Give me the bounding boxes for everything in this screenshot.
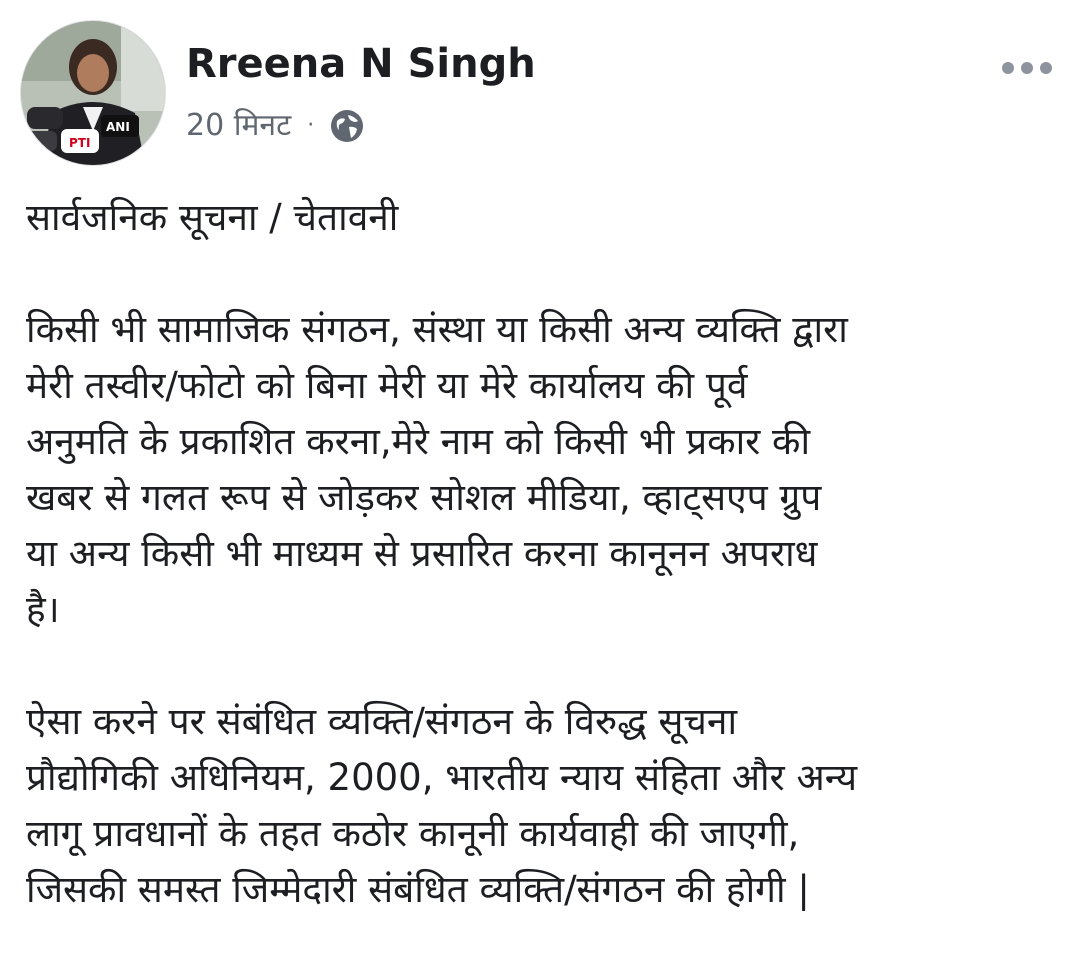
post-paragraph-2: ऐसा करने पर संबंधित व्यक्ति/संगठन के विर… — [26, 694, 1056, 918]
post-title-text: सार्वजनिक सूचना / चेतावनी — [26, 196, 399, 239]
paragraph-line: है। — [26, 588, 60, 631]
post-title: सार्वजनिक सूचना / चेतावनी — [26, 190, 1056, 246]
paragraph-line: खबर से गलत रूप से जोड़कर सोशल मीडिया, व्… — [26, 476, 822, 519]
paragraph-line: लागू प्रावधानों के तहत कठोर कानूनी कार्य… — [26, 812, 800, 855]
paragraph-line: जिसकी समस्त जिम्मेदारी संबंधित व्यक्ति/स… — [26, 868, 810, 911]
post-meta: 20 मिनट · — [186, 106, 366, 146]
post-paragraph-1: किसी भी सामाजिक संगठन, संस्था या किसी अन… — [26, 302, 1056, 638]
paragraph-line: या अन्य किसी भी माध्यम से प्रसारित करना … — [26, 532, 818, 575]
avatar-mic-label-ani: ANI — [106, 120, 130, 134]
author-name[interactable]: Rreena N Singh — [186, 40, 536, 88]
avatar-photo: PTI ANI — [21, 21, 165, 165]
post-header: PTI ANI Rreena N Singh 20 मिनट · — [20, 20, 1060, 166]
facebook-post: PTI ANI Rreena N Singh 20 मिनट · सार्वजन… — [0, 0, 1080, 959]
more-options-icon[interactable] — [998, 50, 1056, 86]
paragraph-line: अनुमति के प्रकाशित करना,मेरे नाम को किसी… — [26, 420, 811, 463]
meta-separator: · — [307, 113, 315, 138]
globe-icon[interactable] — [328, 107, 366, 145]
post-content: सार्वजनिक सूचना / चेतावनी किसी भी सामाजि… — [26, 190, 1056, 918]
paragraph-line: प्रौद्योगिकी अधिनियम, 2000, भारतीय न्याय… — [26, 756, 858, 799]
post-timestamp[interactable]: 20 मिनट — [186, 106, 291, 146]
paragraph-line: मेरी तस्वीर/फोटो को बिना मेरी या मेरे का… — [26, 364, 748, 407]
paragraph-line: ऐसा करने पर संबंधित व्यक्ति/संगठन के विर… — [26, 700, 738, 743]
paragraph-line: किसी भी सामाजिक संगठन, संस्था या किसी अन… — [26, 308, 848, 351]
avatar[interactable]: PTI ANI — [20, 20, 166, 166]
avatar-mic-label-pti: PTI — [69, 136, 90, 150]
